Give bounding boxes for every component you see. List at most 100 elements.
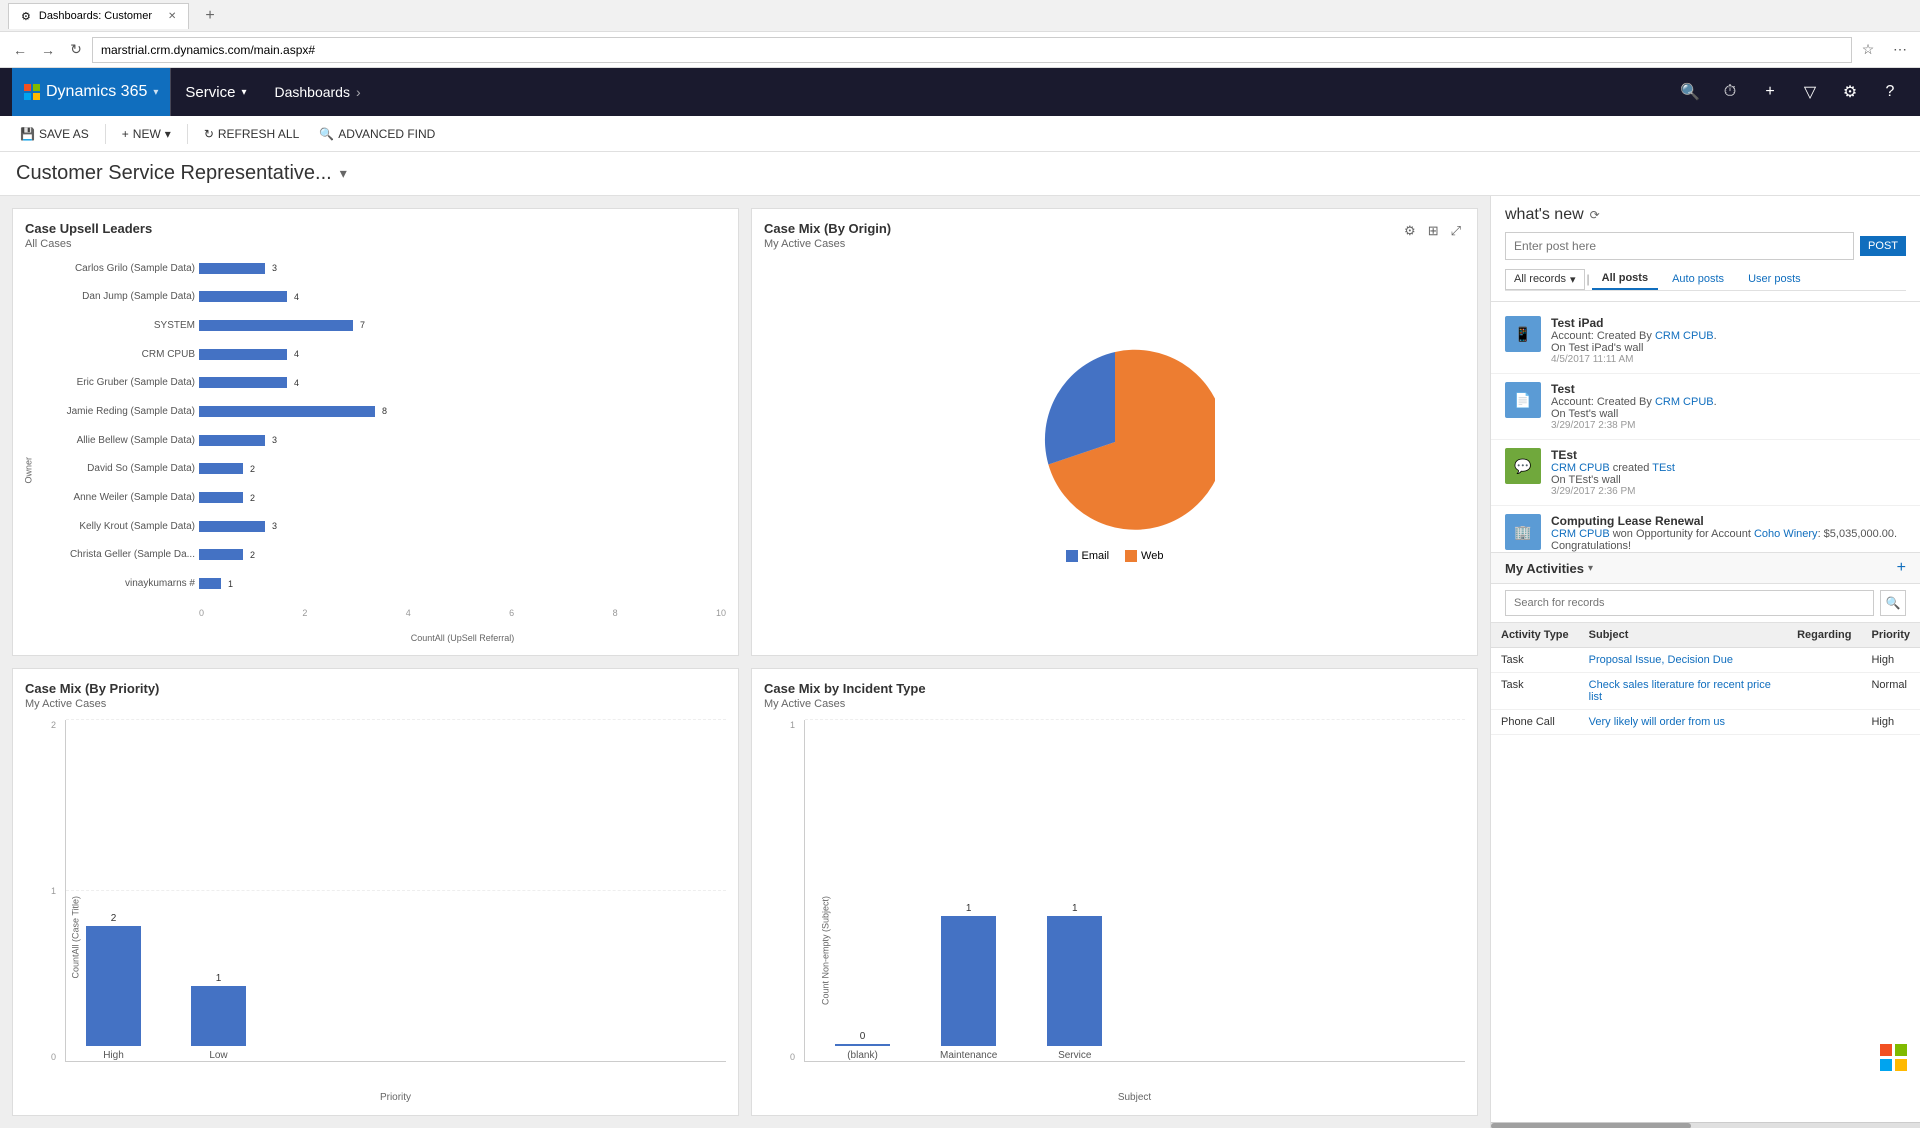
main-content: Case Upsell Leaders All Cases Owner Carl… bbox=[0, 196, 1920, 1128]
chart4-bar-maintenance: 1 Maintenance bbox=[940, 903, 997, 1061]
whats-new-title: what's new bbox=[1505, 206, 1584, 224]
save-as-button[interactable]: 💾 SAVE AS bbox=[12, 123, 97, 145]
new-button[interactable]: + NEW ▾ bbox=[114, 123, 179, 145]
feed-detail-2b: On TEst's wall bbox=[1551, 474, 1906, 486]
chart1-x-axis-label: CountAll (UpSell Referral) bbox=[55, 633, 726, 643]
chart1-header-left: Case Upsell Leaders All Cases bbox=[25, 221, 726, 260]
toolbar-separator-2 bbox=[187, 124, 188, 144]
activities-caret[interactable]: ▾ bbox=[1588, 563, 1593, 574]
chart4-x-label: Subject bbox=[764, 1092, 1465, 1103]
feed-link-crm-cpub-0[interactable]: CRM CPUB bbox=[1655, 330, 1714, 342]
row1-subject-link[interactable]: Check sales literature for recent price … bbox=[1589, 679, 1771, 703]
breadcrumb: Dashboards › bbox=[260, 68, 374, 116]
star-btn[interactable]: ☆ bbox=[1856, 38, 1880, 62]
feed-link-test-2[interactable]: TEst bbox=[1652, 462, 1675, 474]
bar-row-0: Carlos Grilo (Sample Data) 3 bbox=[55, 260, 726, 276]
chart3-header: Case Mix (By Priority) My Active Cases bbox=[25, 681, 726, 720]
tab-close[interactable]: ✕ bbox=[168, 11, 176, 22]
tab-favicon: ⚙ bbox=[21, 10, 31, 23]
post-button[interactable]: POST bbox=[1860, 236, 1906, 256]
refresh-all-label: REFRESH ALL bbox=[218, 127, 299, 141]
back-btn[interactable]: ← bbox=[8, 38, 32, 62]
advanced-find-label: ADVANCED FIND bbox=[338, 127, 435, 141]
filter-tabs: All records ▾ | All posts Auto posts Use… bbox=[1505, 268, 1906, 291]
module-caret: ▾ bbox=[241, 87, 246, 98]
feed-content-0: Test iPad Account: Created By CRM CPUB. … bbox=[1551, 316, 1906, 365]
tab-all-posts[interactable]: All posts bbox=[1592, 268, 1658, 290]
activities-add-btn[interactable]: + bbox=[1897, 559, 1906, 577]
chart4-bar-service-rect bbox=[1047, 916, 1102, 1046]
activities-search-input[interactable] bbox=[1505, 590, 1874, 616]
row0-type: Task bbox=[1491, 648, 1579, 673]
bar-row-11: vinaykumarns # 1 bbox=[55, 576, 726, 592]
legend-email: Email bbox=[1066, 550, 1110, 562]
legend-web: Web bbox=[1125, 550, 1163, 562]
bar-row-7: David So (Sample Data) 2 bbox=[55, 461, 726, 477]
chart2-tools: ⚙ ⊞ ⤢ bbox=[1400, 221, 1465, 241]
chart4-y-labels: 1 0 bbox=[764, 720, 799, 1062]
search-icon-btn[interactable]: 🔍 bbox=[1672, 74, 1708, 110]
feed-title-1: Test bbox=[1551, 382, 1906, 396]
chart2-expand-btn[interactable]: ⊞ bbox=[1424, 221, 1443, 241]
tab-auto-posts[interactable]: Auto posts bbox=[1662, 269, 1734, 289]
chart2-fullscreen-btn[interactable]: ⤢ bbox=[1447, 221, 1465, 241]
chart3-bar-low: 1 Low bbox=[191, 973, 246, 1061]
activities-table-body: Task Proposal Issue, Decision Due High T… bbox=[1491, 648, 1920, 735]
chart4-bar-service: 1 Service bbox=[1047, 903, 1102, 1061]
feed-link-crm-cpub-2[interactable]: CRM CPUB bbox=[1551, 462, 1610, 474]
row1-regarding bbox=[1787, 673, 1861, 710]
chart3-area: 2 1 0 CountAll (Case Title) 2 bbox=[25, 720, 726, 1103]
chart1-subtitle: All Cases bbox=[25, 238, 726, 250]
settings-btn[interactable]: ⋯ bbox=[1888, 38, 1912, 62]
windows-logo-area bbox=[1880, 1044, 1908, 1072]
feed-item-2: 💬 TEst CRM CPUB created TEst On TEst's w… bbox=[1491, 440, 1920, 506]
right-panel: what's new ⟳ POST All records ▾ | All po… bbox=[1490, 196, 1920, 1128]
refresh-all-button[interactable]: ↻ REFRESH ALL bbox=[196, 123, 307, 145]
page-title-caret[interactable]: ▾ bbox=[340, 165, 347, 182]
filter-dropdown-caret: ▾ bbox=[1570, 273, 1576, 286]
feed-detail-1b: On Test's wall bbox=[1551, 408, 1906, 420]
settings-icon-btn[interactable]: ⚙ bbox=[1832, 74, 1868, 110]
activities-title: My Activities bbox=[1505, 561, 1584, 576]
feed-link-coho-winery[interactable]: Coho Winery bbox=[1754, 528, 1818, 540]
browser-tab[interactable]: ⚙ Dashboards: Customer ✕ bbox=[8, 3, 189, 29]
feed-avatar-0: 📱 bbox=[1505, 316, 1541, 352]
row0-subject-link[interactable]: Proposal Issue, Decision Due bbox=[1589, 654, 1733, 666]
advanced-find-button[interactable]: 🔍 ADVANCED FIND bbox=[311, 123, 443, 145]
post-input[interactable] bbox=[1505, 232, 1854, 260]
feed-avatar-1: 📄 bbox=[1505, 382, 1541, 418]
bar-row-1: Dan Jump (Sample Data) 4 bbox=[55, 289, 726, 305]
help-icon-btn[interactable]: ? bbox=[1872, 74, 1908, 110]
whats-new-icon: ⟳ bbox=[1590, 208, 1600, 222]
chart1-title: Case Upsell Leaders bbox=[25, 221, 726, 236]
add-icon-btn[interactable]: + bbox=[1752, 74, 1788, 110]
filter-icon-btn[interactable]: ▽ bbox=[1792, 74, 1828, 110]
filter-dropdown[interactable]: All records ▾ bbox=[1505, 269, 1585, 290]
feed-avatar-3: 🏢 bbox=[1505, 514, 1541, 550]
feed-time-1: 3/29/2017 2:38 PM bbox=[1551, 420, 1906, 431]
win-sq-green bbox=[1895, 1044, 1907, 1056]
chart2-refresh-btn[interactable]: ⚙ bbox=[1400, 221, 1420, 241]
scroll-thumb[interactable] bbox=[1491, 1123, 1691, 1128]
feed-link-crm-cpub-1[interactable]: CRM CPUB bbox=[1655, 396, 1714, 408]
chart3-header-left: Case Mix (By Priority) My Active Cases bbox=[25, 681, 726, 720]
row2-subject-link[interactable]: Very likely will order from us bbox=[1589, 716, 1725, 728]
col-priority: Priority bbox=[1861, 623, 1920, 648]
refresh-btn[interactable]: ↻ bbox=[64, 38, 88, 62]
activities-search-btn[interactable]: 🔍 bbox=[1880, 590, 1906, 616]
activities-header: My Activities ▾ + bbox=[1491, 553, 1920, 584]
feed-link-crm-cpub-3[interactable]: CRM CPUB bbox=[1551, 528, 1610, 540]
address-bar[interactable] bbox=[92, 37, 1852, 63]
module-label: Service bbox=[185, 84, 235, 101]
new-tab-btn[interactable]: + bbox=[197, 7, 222, 25]
tab-user-posts[interactable]: User posts bbox=[1738, 269, 1811, 289]
brand-button[interactable]: Dynamics 365 ▾ bbox=[12, 68, 170, 116]
history-icon-btn[interactable]: ⏱ bbox=[1712, 74, 1748, 110]
forward-btn[interactable]: → bbox=[36, 38, 60, 62]
save-as-icon: 💾 bbox=[20, 127, 35, 141]
windows-logo bbox=[1880, 1044, 1908, 1072]
chart-case-mix-priority: Case Mix (By Priority) My Active Cases 2… bbox=[12, 668, 739, 1116]
module-button[interactable]: Service ▾ bbox=[170, 68, 260, 116]
breadcrumb-item: Dashboards bbox=[274, 84, 350, 100]
app-header: Dynamics 365 ▾ Service ▾ Dashboards › 🔍 … bbox=[0, 68, 1920, 116]
